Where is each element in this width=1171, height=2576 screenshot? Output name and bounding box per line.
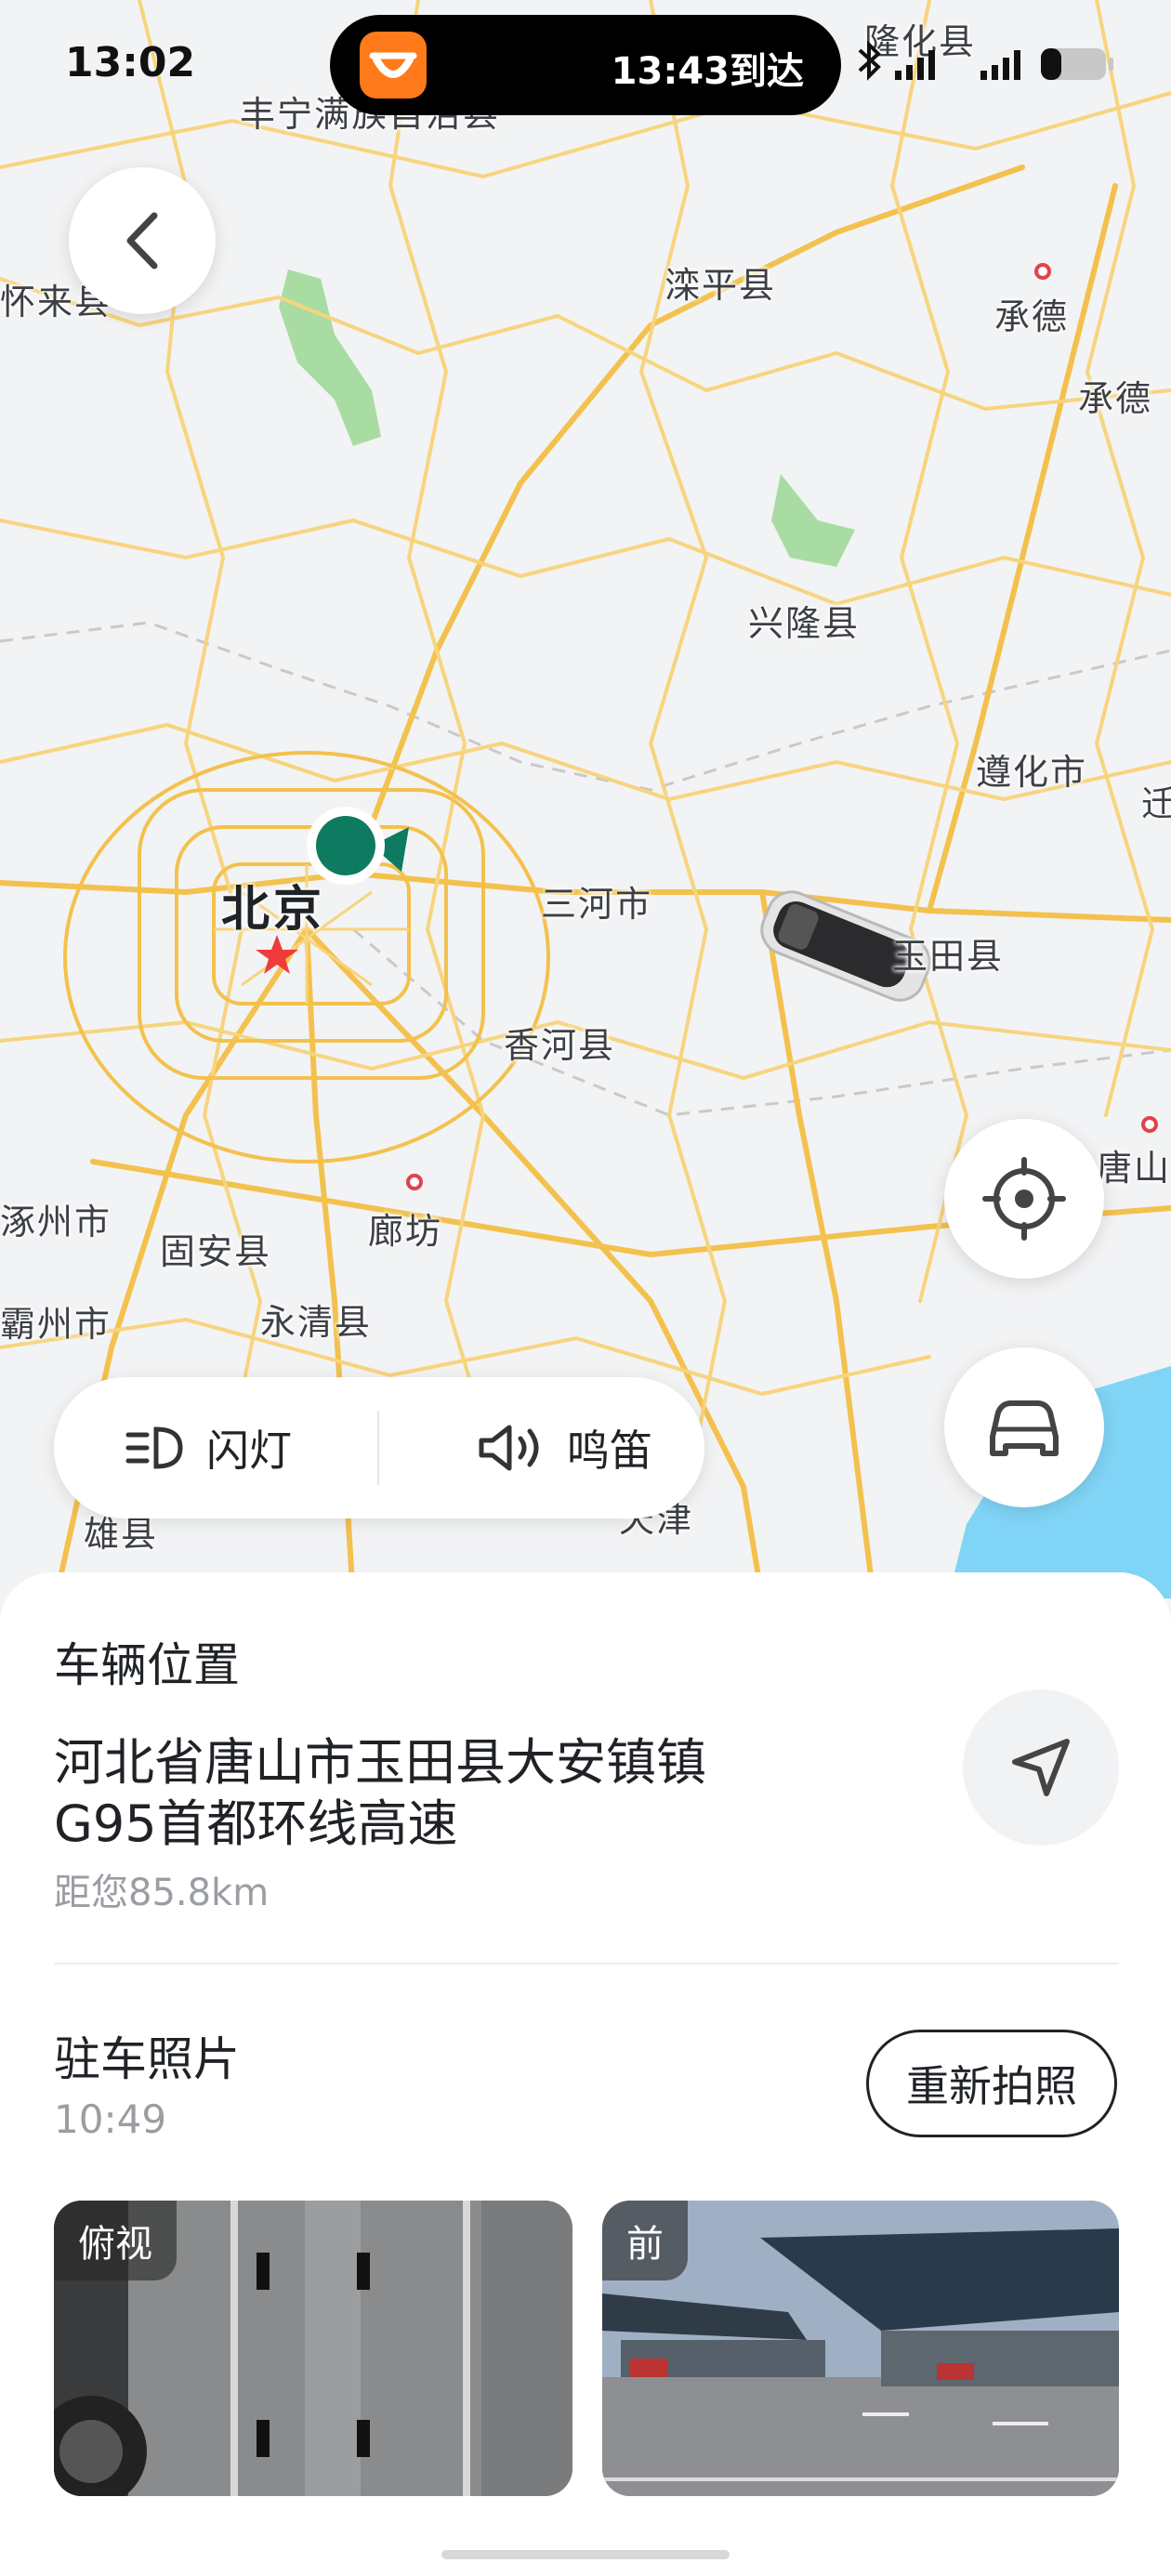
system-status-icons [850,40,1129,87]
battery-icon [1041,48,1113,80]
flash-label: 闪灯 [206,1426,292,1476]
city-label: 霸州市 [0,1304,112,1345]
status-bar: 13:02 13:43到达 [0,0,1171,130]
city-label: 承德 [1078,378,1153,419]
city-label: 玉田县 [892,936,1005,977]
photo-tag-front-view: 前 [602,2201,688,2280]
parking-photo-top-view[interactable]: 俯视 [54,2201,572,2496]
parking-photo-front-view[interactable]: 前 [602,2201,1119,2496]
city-label: 迁 [1141,783,1171,824]
vehicle-location-title: 车辆位置 [54,1638,240,1692]
city-label: 廊坊 [368,1211,443,1252]
distance-text: 距您85.8km [54,1872,270,1914]
city-label: 唐山 [1097,1148,1171,1189]
headlight-icon [125,1426,183,1469]
city-label-capital: 北京 [221,882,326,938]
dynamic-island[interactable]: 13:43到达 [330,15,841,115]
car-locate-button[interactable] [944,1347,1104,1507]
city-label: 承德 [994,296,1070,337]
home-indicator [441,2550,730,2559]
city-label: 遵化市 [976,752,1088,793]
didi-app-icon [360,32,427,99]
city-label: 三河市 [541,884,653,925]
chevron-left-icon [126,212,158,269]
address-line-1: 河北省唐山市玉田县大安镇镇 [54,1733,706,1792]
section-divider [54,1963,1119,1965]
city-label: 固安县 [160,1231,272,1272]
speaker-icon [479,1425,539,1471]
bluetooth-icon [858,40,881,81]
status-time: 13:02 [65,39,196,86]
car-icon [990,1400,1059,1456]
city-label: 香河县 [504,1025,616,1066]
signal-icon [895,50,1020,80]
pill-divider [377,1411,379,1485]
remote-actions-pill: 闪灯 鸣笛 [54,1377,704,1518]
flash-lights-button[interactable]: 闪灯 [123,1377,292,1518]
honk-button[interactable]: 鸣笛 [474,1377,652,1518]
photo-tag-top-view: 俯视 [54,2201,177,2280]
back-button[interactable] [69,167,216,314]
vehicle-address: 河北省唐山市玉田县大安镇镇 G95首都环线高速 [54,1732,890,1855]
horn-label: 鸣笛 [567,1426,652,1476]
city-label: 永清县 [260,1302,373,1343]
retake-photo-button[interactable]: 重新拍照 [866,2030,1117,2137]
navigation-arrow-icon [1012,1739,1070,1796]
city-label: 兴隆县 [748,603,861,644]
vehicle-info-sheet: 车辆位置 河北省唐山市玉田县大安镇镇 G95首都环线高速 距您85.8km 驻车… [0,1572,1171,2576]
city-label: 涿州市 [0,1202,112,1242]
city-label: 滦平县 [664,265,777,306]
photo-time: 10:49 [54,2096,167,2142]
crosshair-icon [982,1157,1066,1241]
parking-photos-title: 驻车照片 [54,2032,240,2086]
navigate-button[interactable] [963,1689,1119,1846]
eta-text: 13:43到达 [611,50,804,93]
locate-button[interactable] [944,1119,1104,1279]
address-line-2: G95首都环线高速 [54,1794,458,1853]
